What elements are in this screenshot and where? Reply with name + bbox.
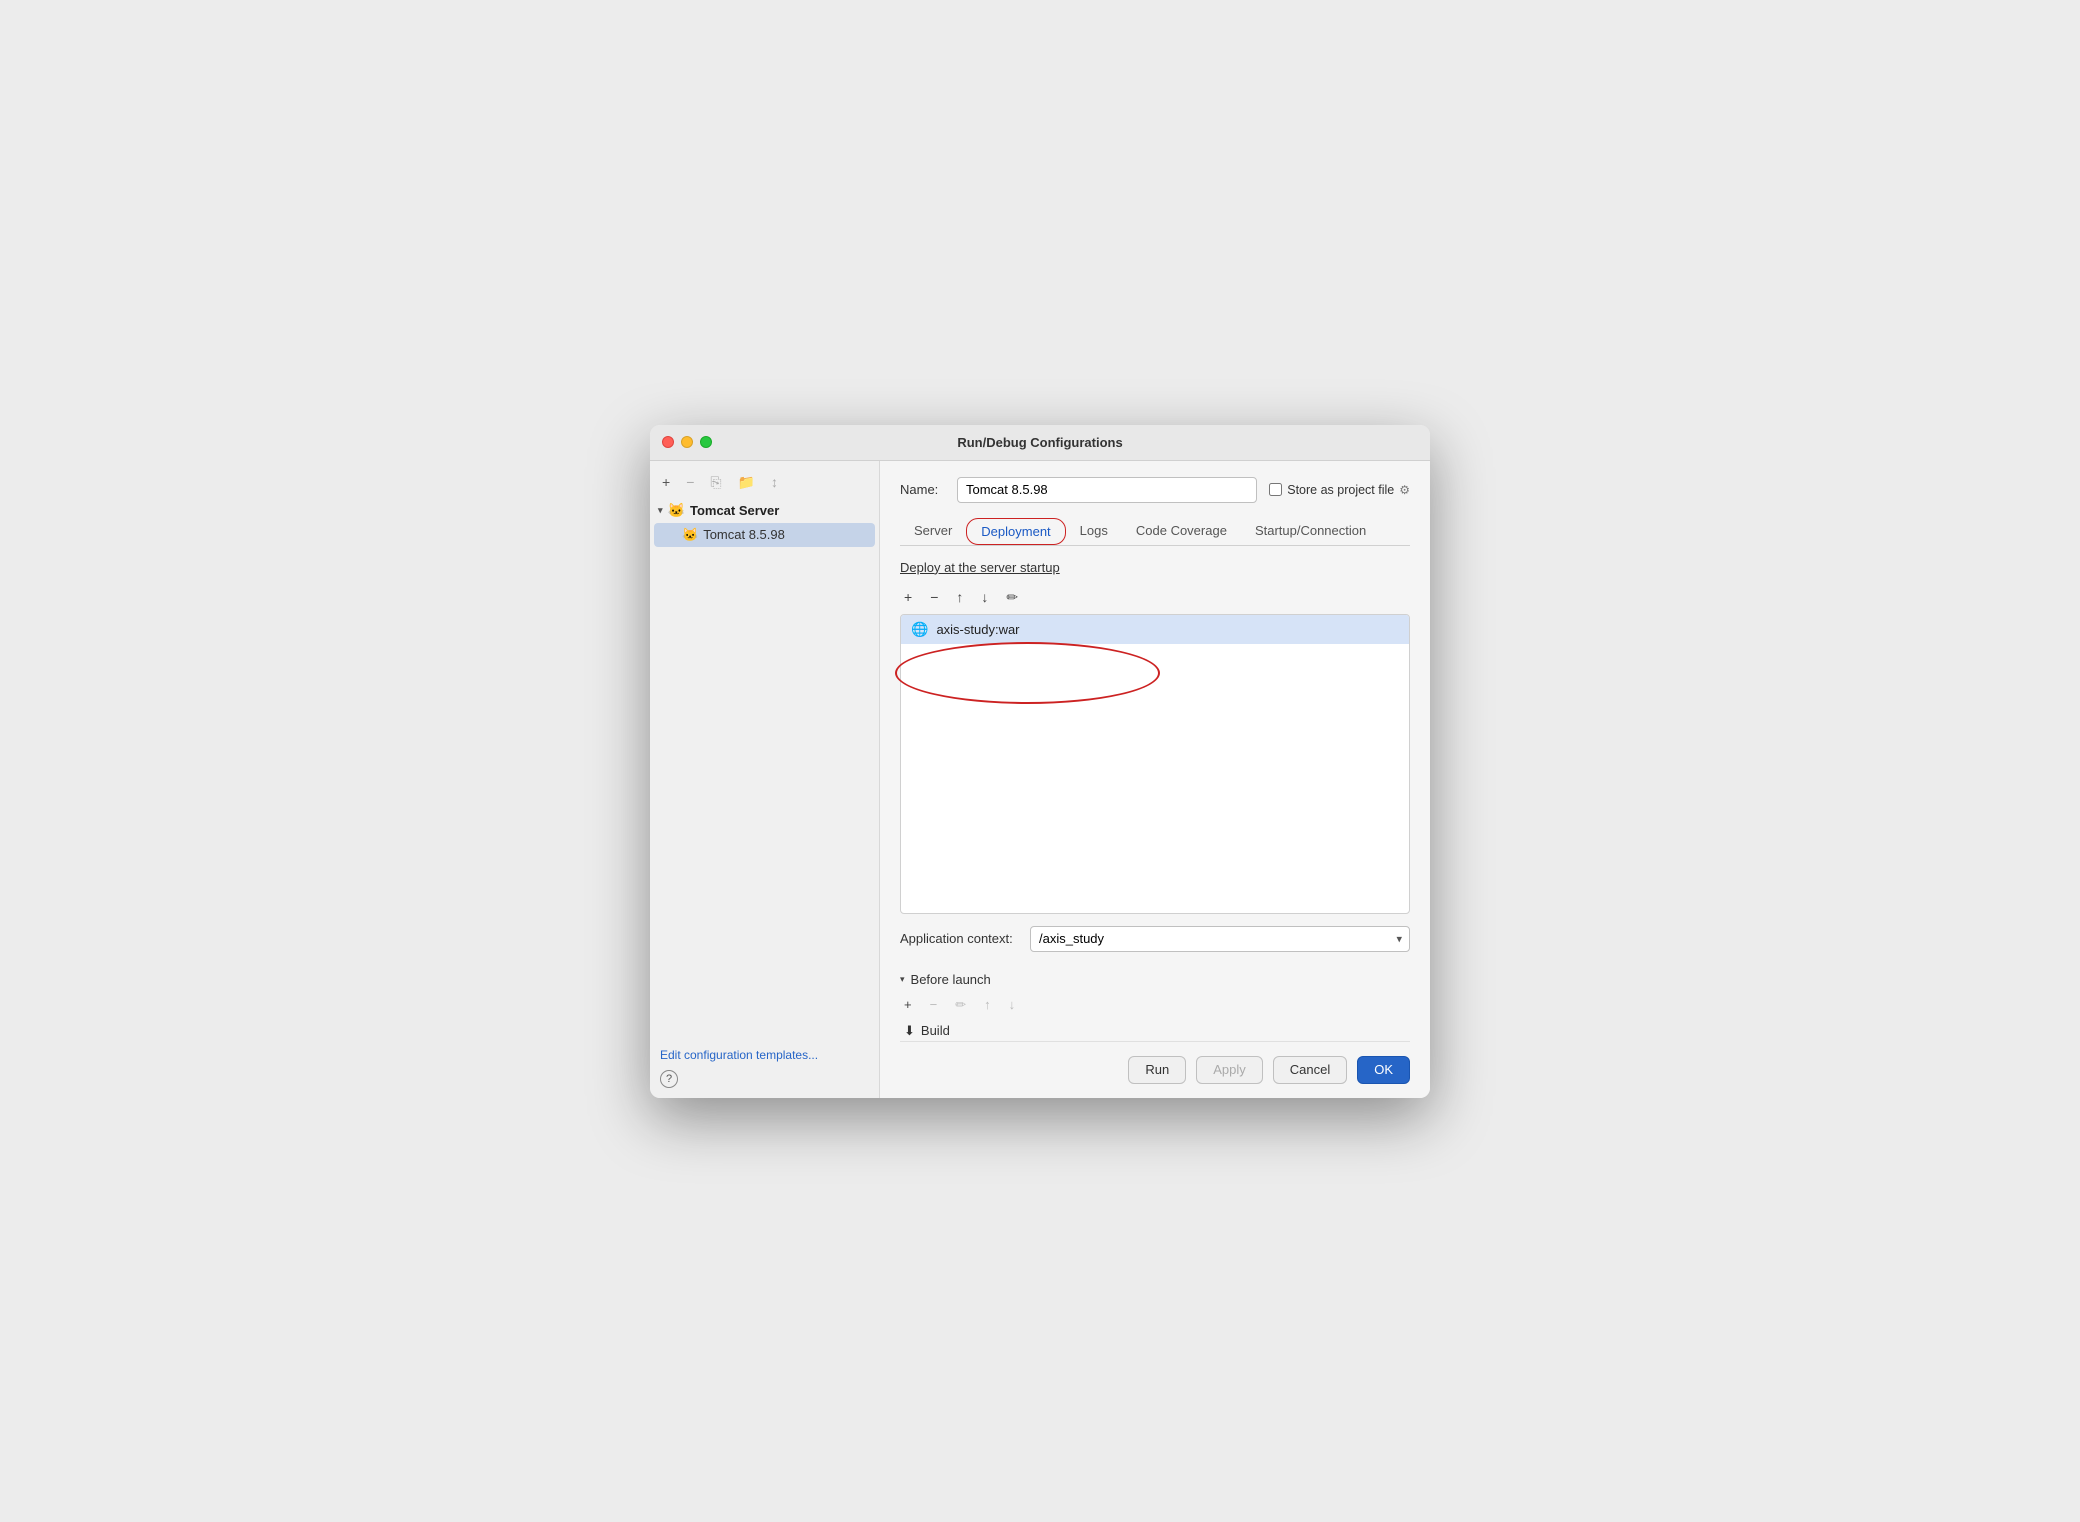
tab-code-coverage[interactable]: Code Coverage bbox=[1122, 517, 1241, 546]
build-item: ⬇ Build bbox=[900, 1021, 1410, 1041]
ok-button[interactable]: OK bbox=[1357, 1056, 1410, 1084]
name-input[interactable] bbox=[957, 477, 1257, 503]
edit-config-templates-link[interactable]: Edit configuration templates... bbox=[660, 1048, 818, 1062]
tab-deployment[interactable]: Deployment bbox=[966, 518, 1065, 545]
sidebar-group-header: ▾ 🐱 Tomcat Server bbox=[650, 499, 879, 522]
traffic-lights bbox=[662, 436, 712, 448]
deploy-toolbar: + − ↑ ↓ ✏ bbox=[900, 583, 1410, 612]
bl-remove-button[interactable]: − bbox=[926, 995, 942, 1014]
sidebar-group-label: Tomcat Server bbox=[690, 503, 779, 518]
context-select[interactable]: /axis_study bbox=[1030, 926, 1410, 952]
deploy-list: 🌐 axis-study:war bbox=[900, 614, 1410, 914]
context-row: Application context: /axis_study ▾ bbox=[900, 926, 1410, 952]
footer-buttons: Run Apply Cancel OK bbox=[900, 1041, 1410, 1084]
cancel-button[interactable]: Cancel bbox=[1273, 1056, 1347, 1084]
add-config-button[interactable]: + bbox=[658, 473, 674, 491]
header-row: Name: Store as project file ⚙ bbox=[900, 477, 1410, 503]
deploy-list-wrapper: 🌐 axis-study:war bbox=[900, 614, 1410, 914]
tabs-row: Server Deployment Logs Code Coverage Sta… bbox=[900, 517, 1410, 546]
sort-config-button[interactable]: ↕ bbox=[767, 473, 782, 491]
titlebar: Run/Debug Configurations bbox=[650, 425, 1430, 461]
window-title: Run/Debug Configurations bbox=[957, 435, 1122, 450]
store-gear-icon: ⚙ bbox=[1399, 483, 1410, 497]
store-project-row: Store as project file ⚙ bbox=[1269, 483, 1410, 497]
sidebar-toolbar: + − ⎘ 📁 ↕ bbox=[650, 469, 879, 495]
tomcat-group-icon: 🐱 bbox=[668, 502, 685, 519]
deploy-edit-button[interactable]: ✏ bbox=[1002, 587, 1022, 608]
deploy-move-up-button[interactable]: ↑ bbox=[952, 587, 967, 607]
main-content: + − ⎘ 📁 ↕ ▾ 🐱 Tomcat Server 🐱 Tomcat 8.5… bbox=[650, 461, 1430, 1098]
store-project-checkbox[interactable] bbox=[1269, 483, 1282, 496]
deploy-remove-button[interactable]: − bbox=[926, 587, 942, 607]
tab-logs[interactable]: Logs bbox=[1066, 517, 1122, 546]
before-launch-section: ▾ Before launch + − ✏ ↑ ↓ ⬇ Build bbox=[900, 972, 1410, 1041]
before-launch-title: Before launch bbox=[911, 972, 991, 987]
build-label: Build bbox=[921, 1023, 950, 1038]
main-window: Run/Debug Configurations + − ⎘ 📁 ↕ ▾ 🐱 T… bbox=[650, 425, 1430, 1098]
group-chevron-icon: ▾ bbox=[658, 505, 663, 516]
sidebar-item-tomcat[interactable]: 🐱 Tomcat 8.5.98 bbox=[654, 523, 875, 547]
sidebar: + − ⎘ 📁 ↕ ▾ 🐱 Tomcat Server 🐱 Tomcat 8.5… bbox=[650, 461, 880, 1098]
right-panel: Name: Store as project file ⚙ Server Dep… bbox=[880, 461, 1430, 1098]
bl-move-down-button[interactable]: ↓ bbox=[1005, 995, 1020, 1014]
context-select-wrapper: /axis_study ▾ bbox=[1030, 926, 1410, 952]
deploy-section-title: Deploy at the server startup bbox=[900, 560, 1410, 575]
copy-config-button[interactable]: ⎘ bbox=[706, 473, 725, 491]
help-button[interactable]: ? bbox=[660, 1070, 678, 1088]
folder-config-button[interactable]: 📁 bbox=[734, 473, 759, 491]
remove-config-button[interactable]: − bbox=[682, 473, 698, 491]
deploy-move-down-button[interactable]: ↓ bbox=[977, 587, 992, 607]
deploy-item[interactable]: 🌐 axis-study:war bbox=[901, 615, 1409, 644]
minimize-button[interactable] bbox=[681, 436, 693, 448]
bl-add-button[interactable]: + bbox=[900, 995, 916, 1014]
bl-edit-button[interactable]: ✏ bbox=[951, 995, 970, 1015]
before-launch-header: ▾ Before launch bbox=[900, 972, 1410, 987]
before-launch-toolbar: + − ✏ ↑ ↓ bbox=[900, 993, 1410, 1017]
tomcat-item-icon: 🐱 bbox=[682, 527, 698, 543]
deploy-item-icon: 🌐 bbox=[911, 621, 928, 638]
before-launch-chevron-icon: ▾ bbox=[900, 974, 905, 985]
deploy-item-text: axis-study:war bbox=[936, 622, 1019, 637]
sidebar-footer: Edit configuration templates... ? bbox=[650, 1037, 879, 1098]
name-label: Name: bbox=[900, 482, 945, 497]
context-label: Application context: bbox=[900, 931, 1020, 946]
apply-button[interactable]: Apply bbox=[1196, 1056, 1263, 1084]
build-icon: ⬇ bbox=[904, 1023, 915, 1039]
sidebar-item-label: Tomcat 8.5.98 bbox=[703, 527, 785, 542]
close-button[interactable] bbox=[662, 436, 674, 448]
store-project-label: Store as project file bbox=[1287, 483, 1394, 497]
tab-startup-connection[interactable]: Startup/Connection bbox=[1241, 517, 1380, 546]
bl-move-up-button[interactable]: ↑ bbox=[980, 995, 995, 1014]
run-button[interactable]: Run bbox=[1128, 1056, 1186, 1084]
deploy-add-button[interactable]: + bbox=[900, 587, 916, 607]
tab-server[interactable]: Server bbox=[900, 517, 966, 546]
maximize-button[interactable] bbox=[700, 436, 712, 448]
